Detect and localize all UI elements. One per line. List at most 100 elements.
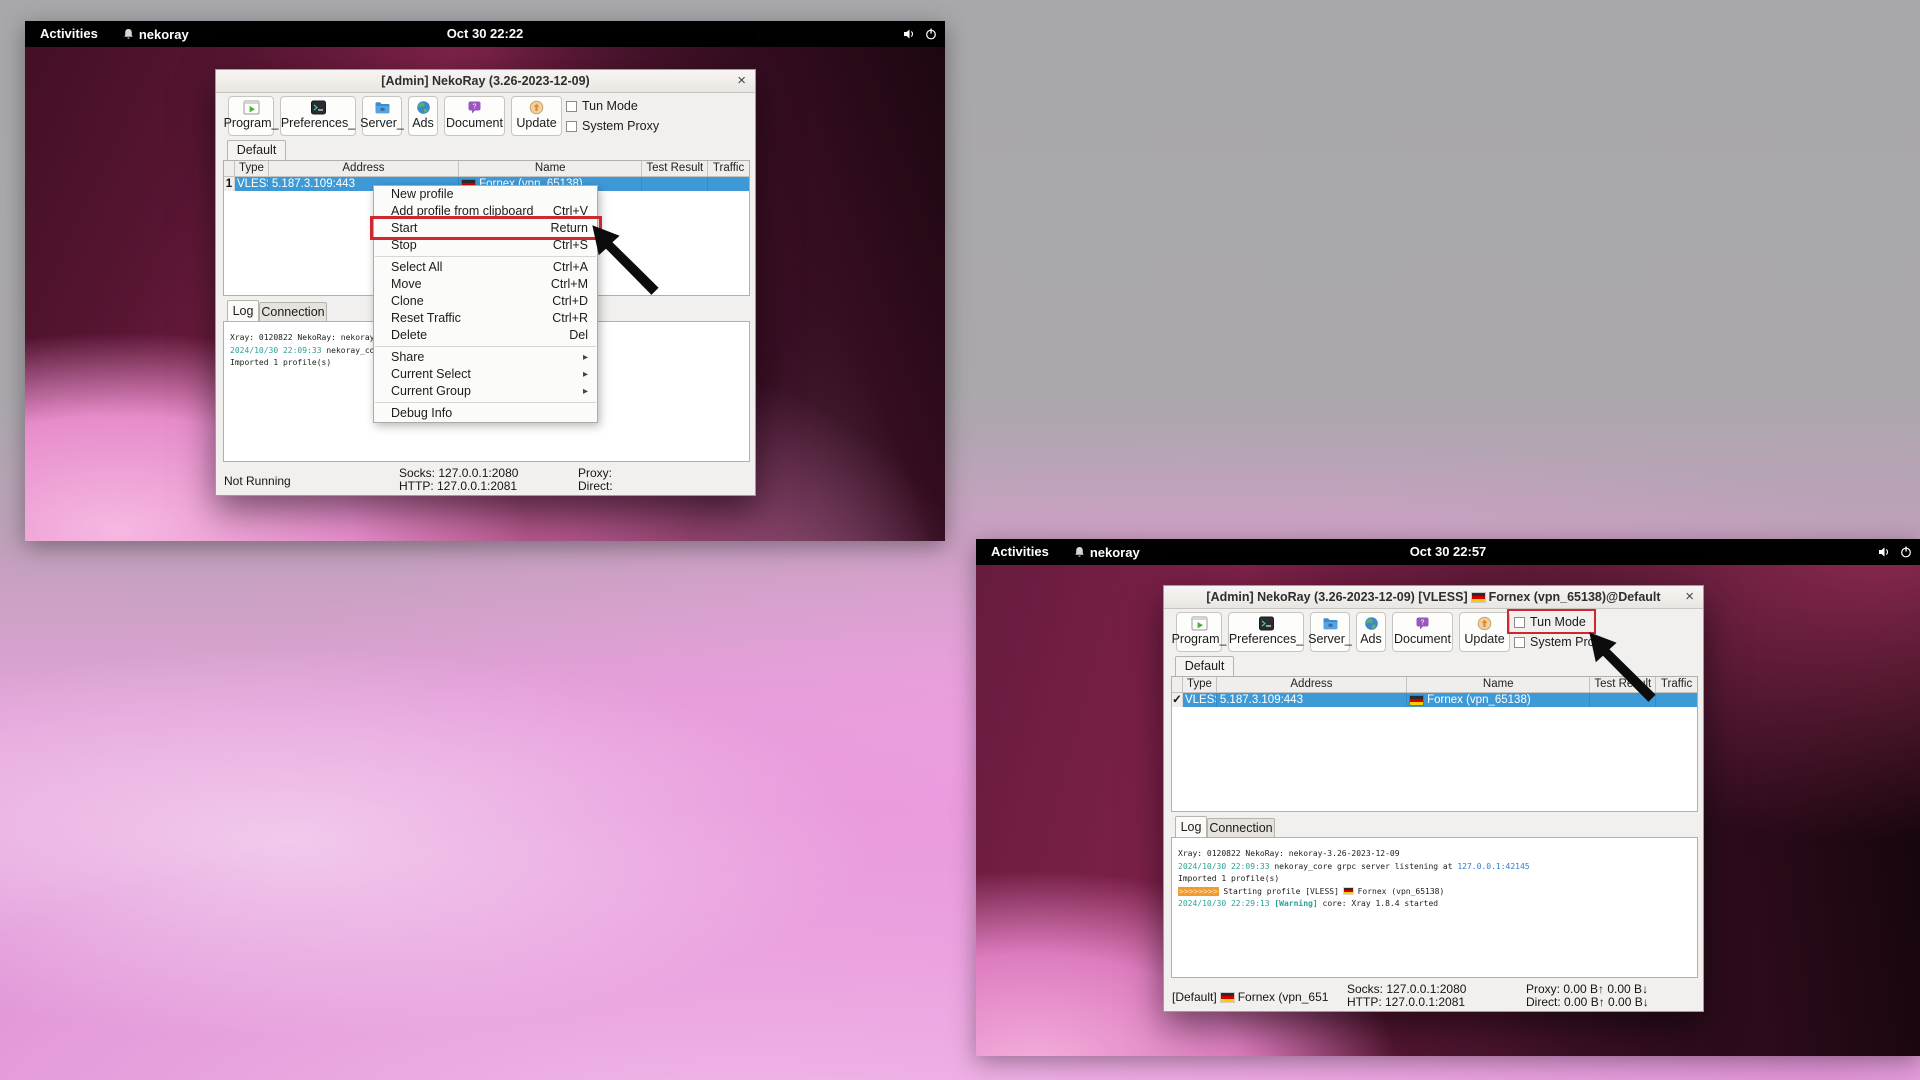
power-icon[interactable] bbox=[925, 28, 937, 40]
system-proxy-checkbox[interactable]: System Proxy bbox=[566, 119, 659, 133]
status-traffic: Proxy: 0.00 B↑ 0.00 B↓ Direct: 0.00 B↑ 0… bbox=[1526, 983, 1649, 1009]
program-icon bbox=[1191, 616, 1208, 631]
germany-flag-icon bbox=[1410, 696, 1423, 705]
window-title: [Admin] NekoRay (3.26-2023-12-09) bbox=[381, 74, 589, 88]
window-title-profile: Fornex (vpn_65138)@Default bbox=[1489, 590, 1661, 604]
update-button[interactable]: Update bbox=[1459, 612, 1510, 652]
log-line: Imported 1 profile(s) bbox=[1178, 873, 1697, 886]
status-listen-addresses: Socks: 127.0.0.1:2080 HTTP: 127.0.0.1:20… bbox=[399, 467, 518, 493]
program-button[interactable]: Program_ bbox=[1176, 612, 1222, 652]
germany-flag-icon bbox=[1344, 888, 1353, 894]
col-rownum[interactable] bbox=[224, 161, 235, 176]
menu-item-current-select[interactable]: Current Select▸ bbox=[374, 366, 597, 383]
menu-item-move[interactable]: MoveCtrl+M bbox=[374, 276, 597, 293]
germany-flag-icon bbox=[1472, 593, 1485, 602]
ads-globe-icon bbox=[415, 100, 432, 115]
status-bar: Not Running Socks: 127.0.0.1:2080 HTTP: … bbox=[216, 464, 755, 496]
germany-flag-icon bbox=[1221, 993, 1234, 1002]
running-check-icon: ✓ bbox=[1172, 693, 1183, 707]
status-traffic: Proxy: Direct: bbox=[578, 467, 613, 493]
menu-separator bbox=[375, 346, 596, 347]
window-titlebar[interactable]: [Admin] NekoRay (3.26-2023-12-09) × bbox=[216, 70, 755, 93]
document-bubble-icon: ? bbox=[466, 100, 483, 115]
update-button[interactable]: Update bbox=[511, 96, 562, 136]
window-title: [Admin] NekoRay (3.26-2023-12-09) [VLESS… bbox=[1206, 590, 1467, 604]
ads-button[interactable]: Ads bbox=[408, 96, 438, 136]
starting-badge: >>>>>>>> bbox=[1178, 887, 1219, 896]
tab-connection[interactable]: Connection bbox=[1207, 818, 1275, 838]
preferences-icon bbox=[310, 100, 327, 115]
highlight-box-tun-mode bbox=[1507, 609, 1596, 634]
table-header: Type Address Name Test Result Traffic bbox=[224, 161, 749, 177]
document-button[interactable]: ? Document bbox=[444, 96, 505, 136]
gnome-topbar: Activities nekoray Oct 30 22:57 bbox=[976, 539, 1920, 565]
annotation-arrow-start bbox=[591, 224, 669, 302]
menu-separator bbox=[375, 256, 596, 257]
submenu-arrow-icon: ▸ bbox=[583, 383, 588, 400]
preferences-button[interactable]: Preferences_ bbox=[280, 96, 356, 136]
col-name[interactable]: Name bbox=[459, 161, 642, 176]
tun-mode-checkbox[interactable]: Tun Mode bbox=[566, 99, 638, 113]
col-type[interactable]: Type bbox=[235, 161, 269, 176]
menu-item-new-profile[interactable]: New profile bbox=[374, 186, 597, 203]
system-proxy-checkbox-box bbox=[1514, 637, 1525, 648]
menu-item-reset-traffic[interactable]: Reset TrafficCtrl+R bbox=[374, 310, 597, 327]
menu-item-clone[interactable]: CloneCtrl+D bbox=[374, 293, 597, 310]
document-button[interactable]: ? Document bbox=[1392, 612, 1453, 652]
status-bar: [Default] Fornex (vpn_651 Socks: 127.0.0… bbox=[1164, 980, 1703, 1012]
col-test-result[interactable]: Test Result bbox=[642, 161, 708, 176]
tab-default[interactable]: Default bbox=[227, 140, 286, 160]
server-button[interactable]: Server_ bbox=[1310, 612, 1350, 652]
server-folder-icon bbox=[374, 100, 391, 115]
tab-log[interactable]: Log bbox=[227, 300, 259, 322]
menu-item-delete[interactable]: DeleteDel bbox=[374, 327, 597, 344]
menu-item-select-all[interactable]: Select AllCtrl+A bbox=[374, 259, 597, 276]
power-icon[interactable] bbox=[1900, 546, 1912, 558]
col-address[interactable]: Address bbox=[1217, 677, 1407, 692]
log-line: 2024/10/30 22:29:13 [Warning] core: Xray… bbox=[1178, 898, 1697, 911]
svg-text:?: ? bbox=[473, 104, 477, 111]
clock[interactable]: Oct 30 22:57 bbox=[976, 539, 1920, 565]
preferences-icon bbox=[1258, 616, 1275, 631]
window-titlebar[interactable]: [Admin] NekoRay (3.26-2023-12-09) [VLESS… bbox=[1164, 586, 1703, 609]
col-traffic[interactable]: Traffic bbox=[708, 161, 749, 176]
log-line: Xray: 0120822 NekoRay: nekoray-3.26-2023… bbox=[1178, 848, 1697, 861]
update-icon bbox=[528, 100, 545, 115]
col-type[interactable]: Type bbox=[1183, 677, 1217, 692]
status-listen-addresses: Socks: 127.0.0.1:2080 HTTP: 127.0.0.1:20… bbox=[1347, 983, 1466, 1009]
ads-globe-icon bbox=[1363, 616, 1380, 631]
close-button[interactable]: × bbox=[1685, 586, 1694, 608]
ads-button[interactable]: Ads bbox=[1356, 612, 1386, 652]
gnome-topbar: Activities nekoray Oct 30 22:22 bbox=[25, 21, 945, 47]
col-rownum[interactable] bbox=[1172, 677, 1183, 692]
menu-item-current-group[interactable]: Current Group▸ bbox=[374, 383, 597, 400]
tun-mode-checkbox-box bbox=[566, 101, 577, 112]
server-folder-icon bbox=[1322, 616, 1339, 631]
menu-item-share[interactable]: Share▸ bbox=[374, 349, 597, 366]
program-icon bbox=[243, 100, 260, 115]
system-proxy-checkbox-box bbox=[566, 121, 577, 132]
volume-icon[interactable] bbox=[903, 28, 916, 40]
submenu-arrow-icon: ▸ bbox=[583, 366, 588, 383]
status-running-state: Not Running bbox=[224, 474, 291, 488]
clock[interactable]: Oct 30 22:22 bbox=[25, 21, 945, 47]
tab-connection[interactable]: Connection bbox=[259, 302, 327, 322]
server-button[interactable]: Server_ bbox=[362, 96, 402, 136]
col-name[interactable]: Name bbox=[1407, 677, 1590, 692]
tab-log[interactable]: Log bbox=[1175, 816, 1207, 838]
screenshot-2: Activities nekoray Oct 30 22:57 [Admin] … bbox=[976, 539, 1920, 1056]
volume-icon[interactable] bbox=[1878, 546, 1891, 558]
svg-text:?: ? bbox=[1421, 620, 1425, 627]
tab-default[interactable]: Default bbox=[1175, 656, 1234, 676]
update-icon bbox=[1476, 616, 1493, 631]
log-line: 2024/10/30 22:09:33 nekoray_core grpc se… bbox=[1178, 861, 1697, 874]
annotation-arrow-tun-mode bbox=[1588, 631, 1666, 709]
preferences-button[interactable]: Preferences_ bbox=[1228, 612, 1304, 652]
log-output: Xray: 0120822 NekoRay: nekoray-3.26-2023… bbox=[1171, 837, 1698, 978]
log-line: >>>>>>>> Starting profile [VLESS] Fornex… bbox=[1178, 886, 1697, 899]
submenu-arrow-icon: ▸ bbox=[583, 349, 588, 366]
close-button[interactable]: × bbox=[737, 70, 746, 92]
menu-item-debug-info[interactable]: Debug Info bbox=[374, 405, 597, 422]
col-address[interactable]: Address bbox=[269, 161, 459, 176]
program-button[interactable]: Program_ bbox=[228, 96, 274, 136]
